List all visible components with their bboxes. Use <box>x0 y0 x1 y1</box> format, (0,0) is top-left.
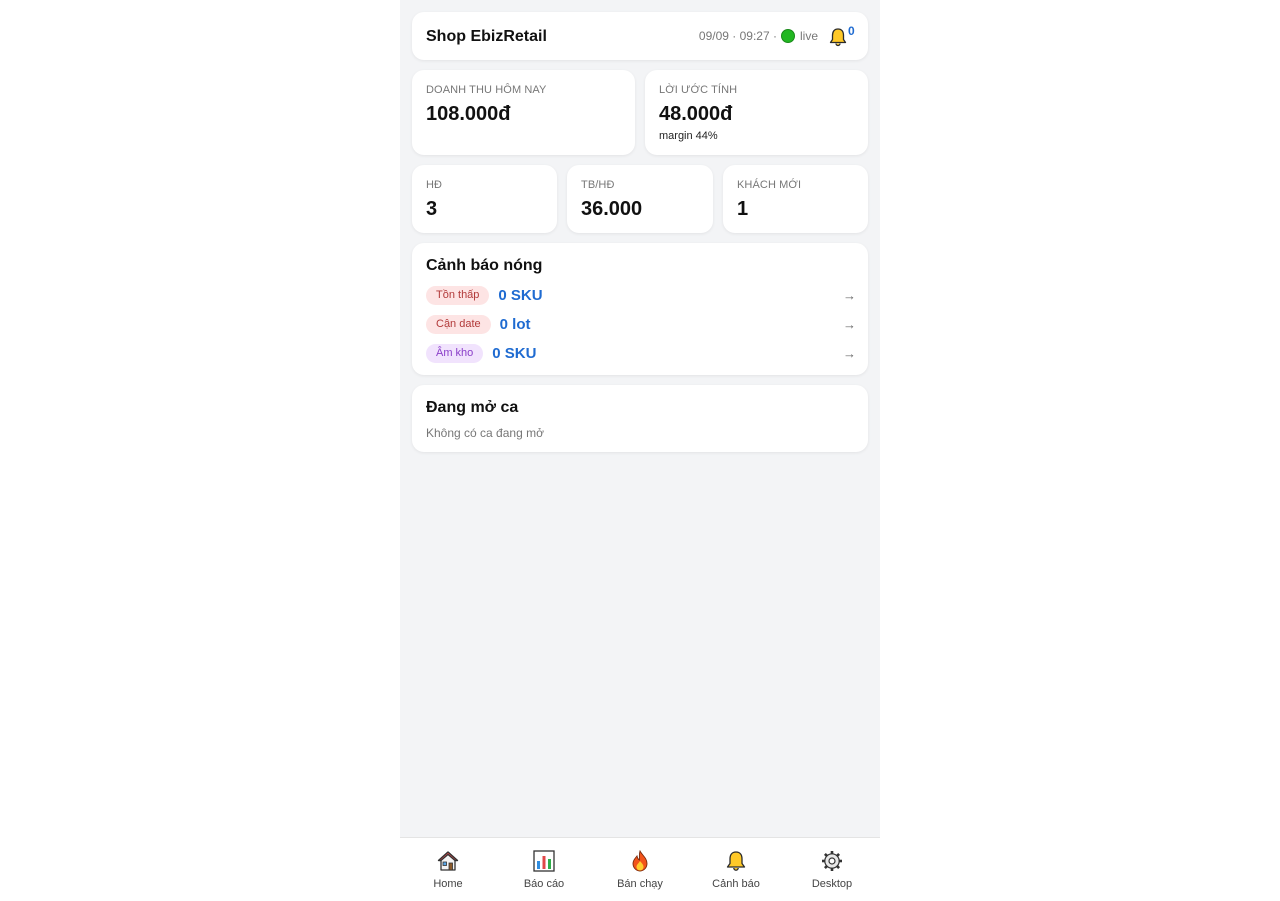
nav-item-best-sellers[interactable]: Bán chạy <box>592 838 688 901</box>
avg-invoice-card[interactable]: TB/HĐ 36.000 <box>567 165 713 233</box>
revenue-label: DOANH THU HÔM NAY <box>426 84 547 96</box>
new-customers-card[interactable]: KHÁCH MỚI 1 <box>723 165 868 233</box>
header-status: 09/09 · 09:27 · live 0 <box>698 12 855 60</box>
hot-alerts-title: Cảnh báo nóng <box>426 257 543 274</box>
header-datetime: 09/09 · 09:27 · <box>698 29 777 43</box>
bell-icon <box>829 28 847 47</box>
avg-invoice-value: 36.000 <box>581 198 643 220</box>
revenue-card[interactable]: DOANH THU HÔM NAY 108.000đ <box>412 70 635 155</box>
live-label: live <box>799 29 818 43</box>
bell-icon <box>726 851 746 871</box>
new-customers-label: KHÁCH MỚI <box>737 179 802 191</box>
invoices-value: 3 <box>426 198 438 220</box>
open-shift-title: Đang mở ca <box>426 399 519 416</box>
revenue-value: 108.000đ <box>426 103 511 125</box>
alert-row-negative-stock[interactable]: Âm kho 0 SKU → <box>426 342 856 364</box>
profit-card[interactable]: LỜI ƯỚC TÍNH 48.000đ margin 44% <box>645 70 868 155</box>
open-shift-card[interactable]: Đang mở ca Không có ca đang mở <box>412 385 868 452</box>
nav-label-home: Home <box>433 878 463 890</box>
notification-button[interactable]: 0 <box>828 12 855 60</box>
mobile-app: Shop EbizRetail 09/09 · 09:27 · live 0 D… <box>400 0 880 900</box>
nav-item-home[interactable]: Home <box>400 838 496 901</box>
fire-icon <box>632 850 648 872</box>
open-shift-empty-text: Không có ca đang mở <box>426 426 544 440</box>
shop-name: Shop EbizRetail <box>426 28 547 45</box>
gear-icon <box>822 851 842 871</box>
notification-count: 0 <box>848 24 855 38</box>
near-expiry-value: 0 lot <box>499 315 531 333</box>
negative-stock-value: 0 SKU <box>492 344 537 362</box>
house-icon <box>437 851 459 871</box>
hot-alerts-card: Cảnh báo nóng Tồn thấp 0 SKU → Cận date … <box>412 243 868 375</box>
arrow-right-icon: → <box>843 287 856 303</box>
header-bar: Shop EbizRetail 09/09 · 09:27 · live 0 <box>412 12 868 60</box>
invoices-card[interactable]: HĐ 3 <box>412 165 557 233</box>
new-customers-value: 1 <box>737 198 749 220</box>
negative-stock-tag: Âm kho <box>426 343 484 363</box>
alert-row-near-expiry[interactable]: Cận date 0 lot → <box>426 313 856 335</box>
nav-label-desktop: Desktop <box>811 878 853 890</box>
nav-label-alerts: Cảnh báo <box>712 878 760 890</box>
near-expiry-tag: Cận date <box>426 314 491 334</box>
alert-row-low-stock[interactable]: Tồn thấp 0 SKU → <box>426 284 856 306</box>
avg-invoice-label: TB/HĐ <box>581 179 615 191</box>
live-indicator-icon <box>780 29 795 43</box>
profit-label: LỜI ƯỚC TÍNH <box>659 84 738 96</box>
nav-item-reports[interactable]: Báo cáo <box>496 838 592 901</box>
low-stock-value: 0 SKU <box>498 286 543 304</box>
bar-chart-icon <box>533 850 555 872</box>
low-stock-tag: Tồn thấp <box>426 285 490 305</box>
nav-item-alerts[interactable]: Cảnh báo <box>688 838 784 901</box>
arrow-right-icon: → <box>843 345 856 361</box>
profit-margin: margin 44% <box>659 130 718 142</box>
nav-label-best-sellers: Bán chạy <box>617 878 663 890</box>
invoices-label: HĐ <box>426 179 443 191</box>
nav-label-reports: Báo cáo <box>523 878 565 890</box>
bottom-nav: Home Báo cáo Bán chạy Cảnh báo Desktop <box>400 837 880 900</box>
arrow-right-icon: → <box>843 316 856 332</box>
nav-item-desktop[interactable]: Desktop <box>784 838 880 901</box>
profit-value: 48.000đ <box>659 103 733 125</box>
